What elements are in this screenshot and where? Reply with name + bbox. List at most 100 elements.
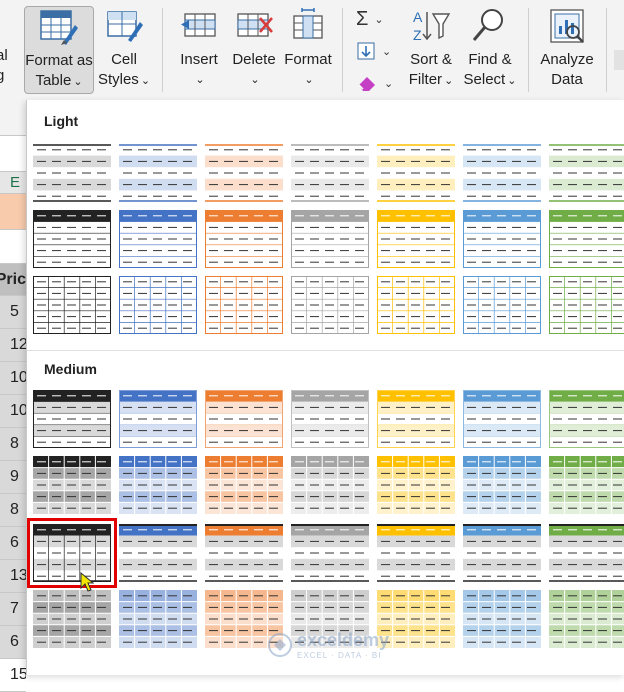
ribbon-cut-button[interactable]: [614, 50, 624, 70]
find-select-label-1: Find &: [468, 50, 511, 70]
insert-button[interactable]: Insert ⌄: [172, 6, 226, 94]
price-cell[interactable]: 8: [0, 428, 26, 461]
price-cell[interactable]: 6: [0, 626, 26, 659]
format-button[interactable]: Format ⌄: [280, 6, 336, 94]
table-style-light3-lightblue[interactable]: [463, 276, 541, 334]
insert-cells-icon: [179, 6, 219, 46]
format-label: Format: [284, 50, 332, 70]
format-as-table-label-row: Table⌄: [35, 71, 82, 92]
table-style-medium3-blue[interactable]: [119, 524, 197, 582]
table-style-medium2-blue[interactable]: [119, 456, 197, 514]
format-as-table-icon: [39, 7, 79, 47]
table-style-light1-blue[interactable]: [119, 144, 197, 202]
ribbon-separator: [606, 8, 607, 92]
analyze-data-icon: [547, 6, 587, 46]
section-divider: [27, 350, 624, 351]
price-cell[interactable]: 15: [0, 659, 26, 692]
table-style-light1-lightblue[interactable]: [463, 144, 541, 202]
table-style-light2-gray[interactable]: [291, 210, 369, 268]
cell-styles-icon: [104, 6, 144, 46]
title-cell[interactable]: [0, 194, 26, 230]
table-style-light2-lightblue[interactable]: [463, 210, 541, 268]
table-style-light3-gold[interactable]: [377, 276, 455, 334]
header-cell[interactable]: Pric: [0, 264, 26, 296]
table-style-light3-blue[interactable]: [119, 276, 197, 334]
table-style-medium2-orange[interactable]: [205, 456, 283, 514]
table-style-light1-gold[interactable]: [377, 144, 455, 202]
magnifier-icon: [470, 6, 510, 46]
table-style-medium3-green[interactable]: [549, 524, 624, 582]
price-cell[interactable]: 6: [0, 527, 26, 560]
chevron-down-icon: ⌄: [444, 75, 453, 87]
ribbon-separator: [342, 8, 343, 92]
table-style-medium4-lightblue[interactable]: [463, 590, 541, 648]
clear-button[interactable]: ⌄: [356, 72, 393, 94]
table-style-medium3-gold[interactable]: [377, 524, 455, 582]
price-cell[interactable]: 10: [0, 395, 26, 428]
table-style-medium4-green[interactable]: [549, 590, 624, 648]
table-style-medium4-blue[interactable]: [119, 590, 197, 648]
sort-filter-label-1: Sort &: [410, 50, 452, 70]
price-cell[interactable]: 7: [0, 593, 26, 626]
table-style-light3-orange[interactable]: [205, 276, 283, 334]
chevron-down-icon: ⌄: [195, 70, 204, 90]
fill-down-icon: [356, 41, 376, 61]
table-style-light2-black[interactable]: [33, 210, 111, 268]
find-select-label-2: Select: [464, 71, 506, 88]
analyze-data-button[interactable]: Analyze Data: [536, 6, 598, 94]
medium-section-title: Medium: [44, 361, 97, 377]
exceldemy-logo-icon: [267, 632, 293, 658]
table-style-light3-gray[interactable]: [291, 276, 369, 334]
table-style-light2-orange[interactable]: [205, 210, 283, 268]
table-style-medium2-gold[interactable]: [377, 456, 455, 514]
price-cell[interactable]: 5: [0, 296, 26, 329]
table-style-light1-orange[interactable]: [205, 144, 283, 202]
table-style-medium1-green[interactable]: [549, 390, 624, 448]
table-style-medium3-orange[interactable]: [205, 524, 283, 582]
price-cell[interactable]: 8: [0, 494, 26, 527]
fill-button[interactable]: ⌄: [356, 40, 391, 62]
table-style-medium1-orange[interactable]: [205, 390, 283, 448]
autosum-button[interactable]: Σ ⌄: [356, 8, 384, 30]
exceldemy-watermark: exceldemy EXCEL · DATA · BI: [267, 630, 389, 660]
format-as-table-button[interactable]: Format as Table⌄: [24, 6, 94, 94]
table-style-medium3-lightblue[interactable]: [463, 524, 541, 582]
ribbon: al g Format as Table⌄ Cell Styles⌄: [0, 0, 624, 101]
table-style-light3-green[interactable]: [549, 276, 624, 334]
delete-button[interactable]: Delete ⌄: [228, 6, 280, 94]
table-style-medium2-lightblue[interactable]: [463, 456, 541, 514]
conditional-formatting-label-top: al: [0, 46, 8, 66]
price-cell[interactable]: 9: [0, 461, 26, 494]
table-style-medium1-gray[interactable]: [291, 390, 369, 448]
table-style-light2-green[interactable]: [549, 210, 624, 268]
table-style-medium1-blue[interactable]: [119, 390, 197, 448]
conditional-formatting-button[interactable]: al g: [0, 46, 16, 90]
format-as-table-label-2: Table: [35, 72, 71, 89]
table-style-medium3-black[interactable]: [33, 524, 111, 582]
row-cell[interactable]: [0, 100, 26, 136]
table-style-light2-blue[interactable]: [119, 210, 197, 268]
find-select-button[interactable]: Find & Select⌄: [460, 6, 520, 94]
table-style-light1-black[interactable]: [33, 144, 111, 202]
price-cell[interactable]: 12: [0, 329, 26, 362]
table-style-medium1-gold[interactable]: [377, 390, 455, 448]
table-style-light3-black[interactable]: [33, 276, 111, 334]
table-style-medium2-black[interactable]: [33, 456, 111, 514]
cell-styles-button[interactable]: Cell Styles⌄: [96, 6, 152, 94]
table-style-medium1-black[interactable]: [33, 390, 111, 448]
table-style-medium1-lightblue[interactable]: [463, 390, 541, 448]
sort-filter-button[interactable]: A Z Sort & Filter⌄: [404, 6, 458, 94]
column-header-e[interactable]: E: [0, 172, 26, 194]
blank-cell[interactable]: [0, 230, 26, 264]
table-style-light1-green[interactable]: [549, 144, 624, 202]
table-style-medium2-green[interactable]: [549, 456, 624, 514]
table-style-medium2-gray[interactable]: [291, 456, 369, 514]
price-cell[interactable]: 10: [0, 362, 26, 395]
price-cell[interactable]: 13: [0, 560, 26, 593]
table-style-light1-gray[interactable]: [291, 144, 369, 202]
table-style-light2-gold[interactable]: [377, 210, 455, 268]
insert-label: Insert: [180, 50, 218, 70]
table-style-medium3-gray[interactable]: [291, 524, 369, 582]
chevron-down-icon: ⌄: [374, 13, 383, 26]
table-style-medium4-black[interactable]: [33, 590, 111, 648]
